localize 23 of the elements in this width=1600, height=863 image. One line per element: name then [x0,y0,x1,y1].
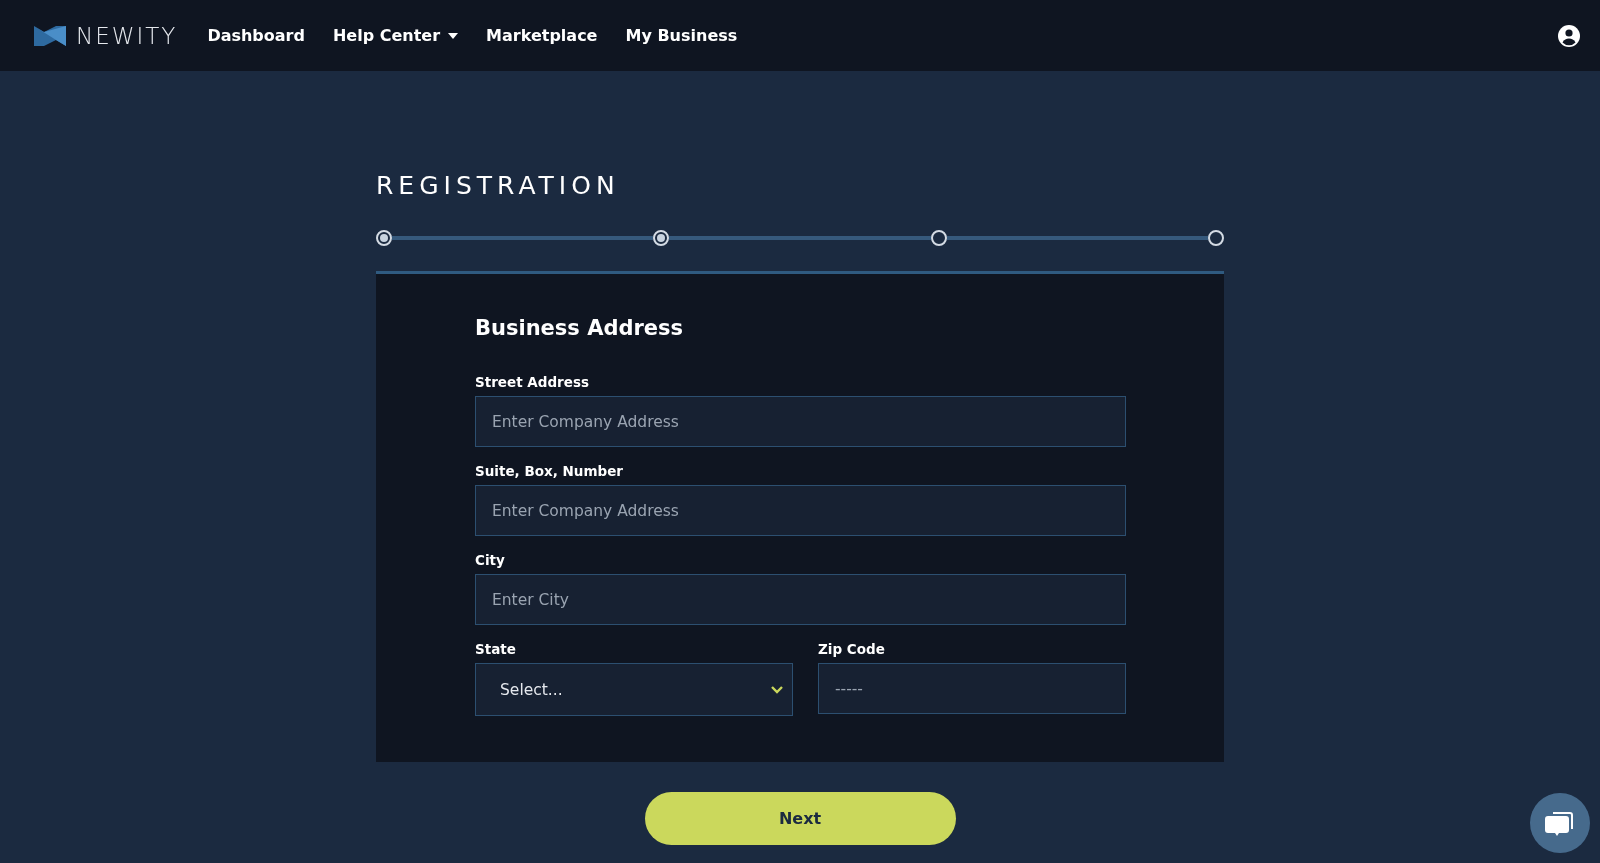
input-field[interactable]: Enter Company Address [475,396,1126,447]
logo-icon [34,23,66,48]
page-title: REGISTRATION [376,171,621,200]
nav-link[interactable]: Dashboard [193,26,319,45]
chevron-icon [770,684,784,695]
field-label: City [475,552,506,568]
user-account-icon[interactable] [1558,24,1580,47]
input-field[interactable]: Enter City [475,574,1126,625]
field-label: State [475,641,517,657]
chat-button[interactable] [1530,793,1590,853]
input-field[interactable]: Enter Company Address [475,485,1126,536]
brand-name: NEWITY [76,22,178,49]
dropdown-menu-link[interactable]: Help Center [318,26,473,45]
caret-icon [448,32,459,39]
field-label: Zip Code [818,641,886,657]
nav-link[interactable]: Marketplace [472,26,612,45]
select-dropdown[interactable]: Select... [475,663,793,716]
nav-link[interactable]: My Business [611,26,752,45]
field-label: Street Address [475,374,590,390]
section-heading: Business Address [475,316,685,340]
field-label: Suite, Box, Number [475,463,624,479]
next-button[interactable]: Next [644,792,956,845]
input-field[interactable]: ----- [818,663,1126,714]
